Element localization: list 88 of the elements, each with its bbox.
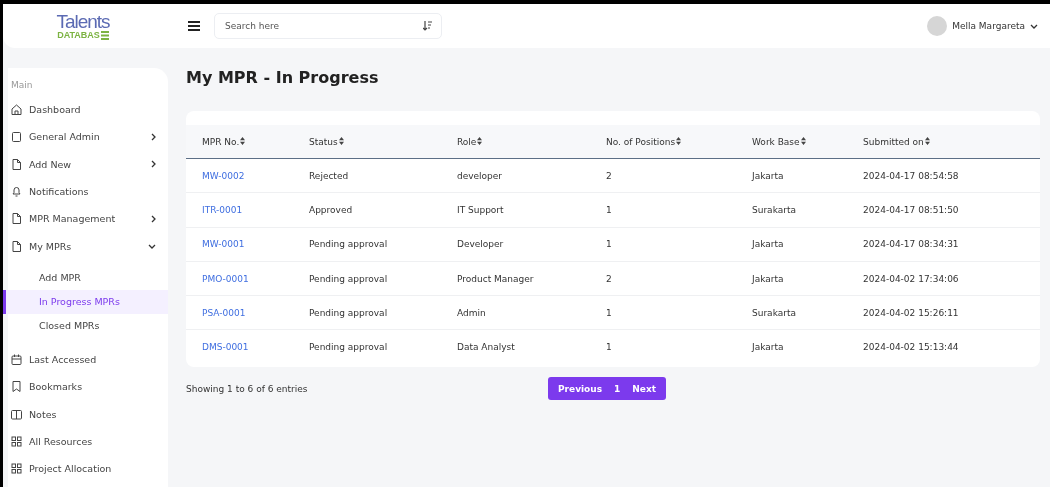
table-cell: Pending approval bbox=[309, 261, 457, 296]
clipboard-icon bbox=[11, 131, 22, 143]
table-cell: Product Manager bbox=[457, 261, 606, 296]
column-header[interactable]: MPR No. bbox=[186, 125, 309, 159]
column-header[interactable]: Work Base bbox=[752, 125, 863, 159]
grid-icon bbox=[11, 463, 22, 475]
table-cell: Rejected bbox=[309, 158, 457, 193]
table-cell: developer bbox=[457, 158, 606, 193]
table-cell: 2024-04-02 17:34:06 bbox=[863, 261, 1040, 296]
sidebar-item[interactable]: Dashboard bbox=[8, 96, 168, 124]
database-icon bbox=[100, 31, 109, 40]
table-cell: Developer bbox=[457, 227, 606, 262]
table-cell: 1 bbox=[606, 192, 752, 228]
column-header[interactable]: No. of Positions bbox=[606, 125, 752, 159]
mpr-link[interactable]: MW-0001 bbox=[186, 227, 309, 262]
table-cell: 2024-04-17 08:34:31 bbox=[863, 227, 1040, 262]
mpr-link[interactable]: PMO-0001 bbox=[186, 261, 309, 296]
sidebar-item[interactable]: Project Allocation bbox=[8, 454, 168, 483]
table-cell: Jakarta bbox=[752, 330, 863, 364]
table-cell: 2 bbox=[606, 158, 752, 193]
mpr-link[interactable]: PSA-0001 bbox=[186, 295, 309, 330]
table-cell: Jakarta bbox=[752, 158, 863, 193]
submenu-item[interactable]: Closed MPRs bbox=[3, 313, 168, 338]
mpr-link[interactable]: ITR-0001 bbox=[186, 192, 309, 228]
submenu-item[interactable]: Add MPR bbox=[3, 265, 168, 290]
table-cell: IT Support bbox=[457, 192, 606, 228]
table-cell: 2024-04-02 15:13:44 bbox=[863, 330, 1040, 364]
avatar-icon bbox=[927, 16, 948, 36]
sidebar-item[interactable]: MPR Management bbox=[8, 205, 168, 233]
table-cell: Pending approval bbox=[309, 227, 457, 262]
calendar-icon bbox=[11, 353, 22, 365]
home-icon bbox=[11, 104, 22, 116]
logo-subtext: DATABAS bbox=[57, 31, 100, 40]
table-cell: Jakarta bbox=[752, 261, 863, 296]
sort-icon bbox=[477, 136, 483, 145]
sidebar-item[interactable]: General Admin bbox=[8, 123, 168, 151]
user-menu[interactable]: Mella Margareta bbox=[927, 16, 1038, 36]
table-cell: Data Analyst bbox=[457, 330, 606, 364]
table-cell: Surakarta bbox=[752, 192, 863, 228]
menu-icon[interactable] bbox=[188, 21, 200, 31]
sort-icon bbox=[338, 136, 344, 145]
table-cell: 1 bbox=[606, 295, 752, 330]
chevron-down-icon bbox=[1030, 23, 1038, 29]
mpr-link[interactable]: DMS-0001 bbox=[186, 330, 309, 364]
page-button[interactable]: 1 bbox=[608, 377, 627, 401]
document-icon bbox=[11, 158, 22, 170]
table-cell: 2024-04-17 08:54:58 bbox=[863, 158, 1040, 193]
previous-button[interactable]: Previous bbox=[552, 377, 609, 401]
table-cell: Surakarta bbox=[752, 295, 863, 330]
table-cell: 1 bbox=[606, 330, 752, 364]
bookmark-icon bbox=[11, 381, 22, 393]
submenu-item[interactable]: In Progress MPRs bbox=[3, 289, 168, 314]
page-title: My MPR - In Progress bbox=[186, 68, 380, 87]
sidebar-item[interactable]: Add New bbox=[8, 150, 168, 178]
table-cell: Admin bbox=[457, 295, 606, 330]
sidebar-section-label: Main bbox=[10, 80, 34, 92]
sidebar-item[interactable]: Last Accessed bbox=[8, 345, 168, 374]
logo-text: Talents bbox=[56, 12, 110, 31]
search-field[interactable]: Search here bbox=[214, 13, 442, 39]
sidebar-item[interactable]: My MPRs bbox=[8, 232, 168, 260]
table-cell: 2024-04-17 08:51:50 bbox=[863, 192, 1040, 228]
table-cell: Jakarta bbox=[752, 227, 863, 262]
sidebar-item[interactable]: Notes bbox=[8, 400, 168, 428]
column-header[interactable]: Submitted on bbox=[863, 125, 1040, 159]
document-icon bbox=[11, 240, 22, 252]
table-cell: 1 bbox=[606, 227, 752, 262]
mpr-link[interactable]: MW-0002 bbox=[186, 158, 309, 193]
table-cell: Pending approval bbox=[309, 295, 457, 330]
table-cell: 2024-04-02 15:26:11 bbox=[863, 295, 1040, 330]
sort-icon bbox=[800, 136, 806, 145]
entries-info: Showing 1 to 6 of 6 entries bbox=[186, 383, 309, 394]
sort-icon bbox=[240, 136, 246, 145]
column-header[interactable]: Role bbox=[457, 125, 606, 159]
book-icon bbox=[11, 408, 22, 420]
sort-icon bbox=[924, 136, 930, 145]
next-button[interactable]: Next bbox=[626, 377, 663, 401]
sidebar-item[interactable]: Notifications bbox=[8, 177, 168, 206]
sidebar-item[interactable]: Bookmarks bbox=[8, 373, 168, 401]
document-icon bbox=[11, 213, 22, 225]
column-header[interactable]: Status bbox=[309, 125, 457, 159]
table-cell: Pending approval bbox=[309, 330, 457, 364]
sort-icon bbox=[676, 136, 682, 145]
sort-icon[interactable] bbox=[423, 21, 432, 31]
table-cell: Approved bbox=[309, 192, 457, 228]
table-cell: 2 bbox=[606, 261, 752, 296]
grid-icon bbox=[11, 435, 22, 447]
bell-icon bbox=[11, 186, 22, 198]
sidebar-item[interactable]: All Resources bbox=[8, 427, 168, 455]
